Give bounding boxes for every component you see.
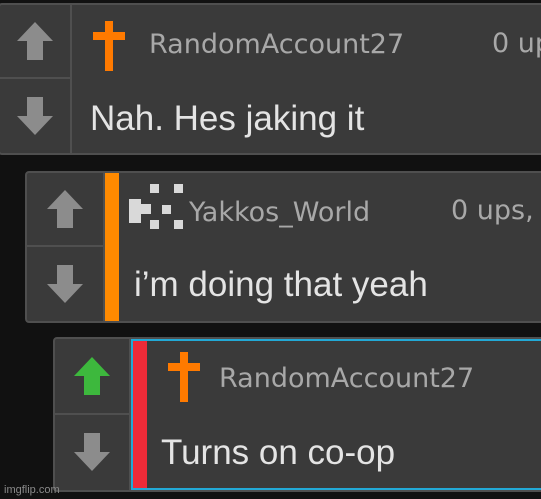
watermark: imgflip.com bbox=[4, 484, 60, 496]
comment-text: Turns on co-op bbox=[161, 433, 396, 472]
vote-controls bbox=[27, 173, 105, 321]
comment-text: Nah. Hes jaking it bbox=[90, 99, 365, 138]
downvote-button[interactable] bbox=[55, 415, 129, 491]
orange-cross-icon bbox=[168, 352, 200, 402]
upvote-button[interactable] bbox=[0, 5, 70, 79]
comment-2: Yakkos_World 0 ups, i’m doing that yeah bbox=[25, 171, 541, 323]
arrow-down-icon bbox=[74, 433, 110, 472]
vote-controls bbox=[0, 5, 72, 153]
comment-body: RandomAccount27 0 up Nah. Hes jaking it bbox=[72, 5, 541, 153]
username-link[interactable]: Yakkos_World bbox=[189, 197, 370, 228]
comment-body-highlighted: RandomAccount27 Turns on co-op bbox=[131, 339, 541, 490]
arrow-down-icon bbox=[17, 97, 53, 135]
arrow-up-icon bbox=[17, 22, 53, 60]
arrow-up-icon bbox=[74, 356, 110, 395]
arrow-up-icon bbox=[47, 190, 83, 228]
comment-1: RandomAccount27 0 up Nah. Hes jaking it bbox=[0, 3, 541, 155]
depth-stripe-orange bbox=[105, 173, 119, 321]
downvote-button[interactable] bbox=[0, 79, 70, 153]
comment-body: Yakkos_World 0 ups, i’m doing that yeah bbox=[105, 173, 541, 321]
upvote-button[interactable] bbox=[55, 339, 129, 415]
comment-text: i’m doing that yeah bbox=[134, 265, 428, 304]
depth-stripe-red bbox=[133, 341, 147, 488]
arrow-down-icon bbox=[47, 265, 83, 303]
upvote-button[interactable] bbox=[27, 173, 103, 247]
comment-3: RandomAccount27 Turns on co-op bbox=[53, 337, 541, 492]
orange-cross-icon bbox=[93, 21, 125, 71]
downvote-button[interactable] bbox=[27, 247, 103, 321]
points-count: 0 up bbox=[492, 28, 541, 59]
username-link[interactable]: RandomAccount27 bbox=[149, 29, 404, 60]
pixel-identicon-icon bbox=[129, 184, 183, 229]
points-count: 0 ups, bbox=[451, 195, 534, 226]
vote-controls bbox=[55, 339, 131, 490]
username-link[interactable]: RandomAccount27 bbox=[219, 363, 474, 394]
